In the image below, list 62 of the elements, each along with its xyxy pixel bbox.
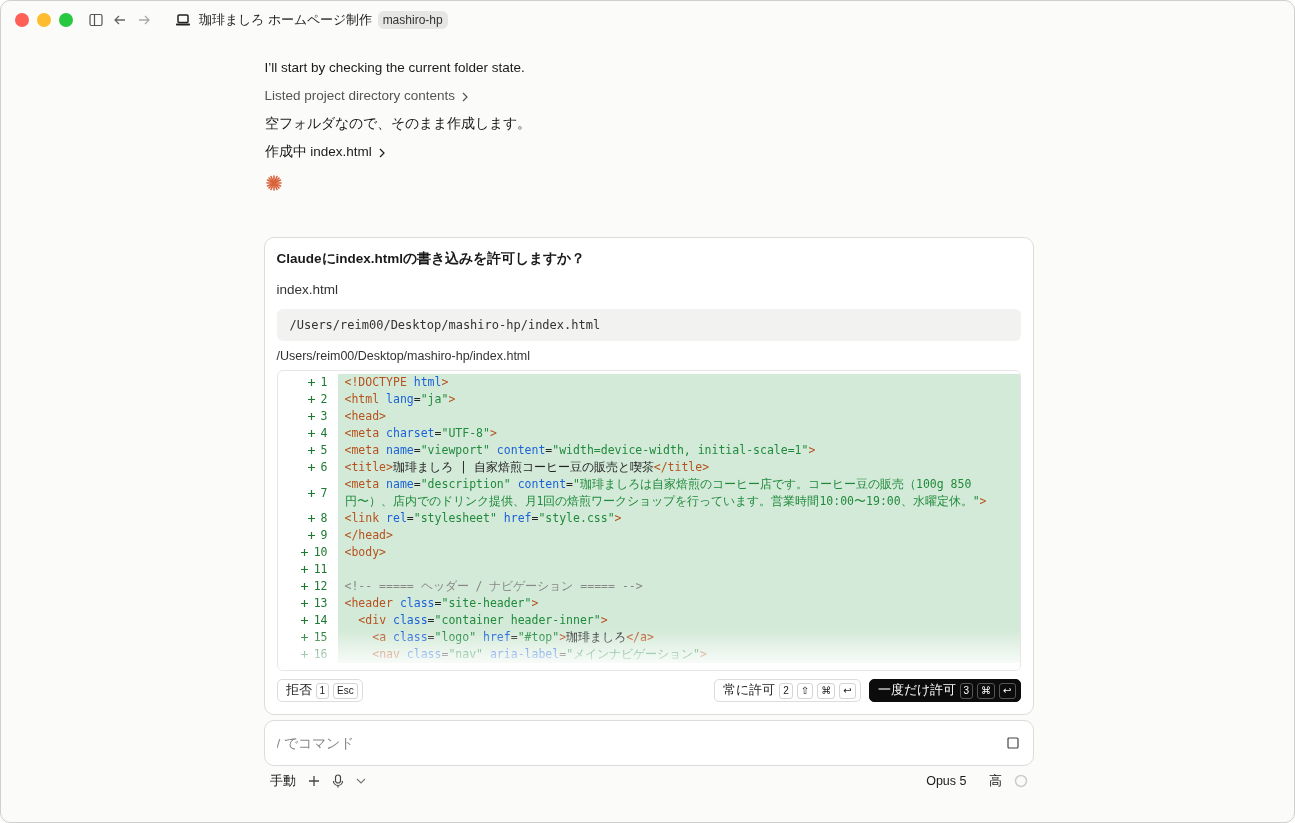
- message-text: I’ll start by checking the current folder state.: [264, 59, 526, 77]
- laptop-icon: [175, 13, 191, 27]
- line-number: 16: [313, 646, 328, 663]
- line-number: 12: [313, 578, 328, 595]
- line-number: 8: [320, 510, 328, 527]
- added-line-icon: [307, 532, 315, 539]
- line-number: 9: [320, 527, 328, 544]
- added-line-icon: [307, 515, 315, 522]
- stop-icon[interactable]: [1006, 737, 1019, 749]
- added-line-icon: [307, 413, 315, 420]
- line-number: 7: [320, 484, 328, 502]
- added-line-icon: [300, 549, 308, 556]
- allow-once-button[interactable]: 一度だけ許可 3 ⌘ ↩: [868, 679, 1021, 702]
- line-number: 4: [320, 425, 328, 442]
- added-line-icon: [300, 617, 308, 624]
- added-line-icon: [300, 600, 308, 607]
- added-line-icon: [307, 379, 315, 386]
- microphone-icon[interactable]: [331, 774, 344, 788]
- effort-selector[interactable]: 高: [988, 772, 1002, 790]
- line-number: 11: [313, 561, 328, 578]
- added-line-icon: [307, 489, 315, 497]
- sparkle-icon: [265, 175, 282, 191]
- back-icon[interactable]: [113, 13, 127, 27]
- line-number: 14: [313, 612, 328, 629]
- command-field[interactable]: / でコマンド: [263, 720, 1034, 766]
- added-line-icon: [307, 447, 315, 454]
- line-number: 2: [320, 391, 328, 408]
- model-selector[interactable]: Opus 5: [926, 774, 967, 788]
- file-path-label: /Users/reim00/Desktop/mashiro-hp/index.html: [276, 349, 532, 363]
- tool-step-link[interactable]: Listed project directory contents: [264, 87, 470, 115]
- action-button[interactable]: 拒否 1 Esc: [276, 679, 363, 702]
- permission-question: Claudeにindex.htmlの書き込みを許可しますか？: [276, 250, 586, 268]
- mode-selector[interactable]: 手動: [269, 772, 296, 790]
- add-icon[interactable]: [307, 775, 320, 787]
- project-badge: mashiro-hp: [377, 11, 448, 29]
- added-line-icon: [307, 396, 315, 403]
- added-line-icon: [300, 566, 308, 573]
- line-number: 15: [313, 629, 328, 646]
- added-line-icon: [307, 430, 315, 437]
- chevron-icon[interactable]: [461, 91, 470, 103]
- file-path: /Users/reim00/Desktop/mashiro-hp/index.html: [276, 309, 1021, 341]
- close-button[interactable]: [15, 13, 29, 27]
- added-line-icon: [300, 634, 308, 641]
- line-number: 13: [313, 595, 328, 612]
- caret-icon[interactable]: [355, 778, 366, 784]
- command-input[interactable]: / でコマンド: [274, 734, 1007, 752]
- added-line-icon: [300, 651, 308, 658]
- sidebar-icon[interactable]: [89, 13, 103, 27]
- line-number: 1: [320, 374, 328, 391]
- tool-step-link[interactable]: 作成中 index.html: [264, 143, 386, 171]
- added-line-icon: [307, 464, 315, 471]
- window-title: 珈琲ましろ ホームページ制作: [199, 11, 372, 29]
- line-number: 5: [320, 442, 328, 459]
- line-number: 3: [320, 408, 328, 425]
- message-text: 空フォルダなので、そのまま作成します。: [264, 115, 532, 133]
- context-ring-icon: [1013, 774, 1028, 788]
- line-number: 6: [320, 459, 328, 476]
- line-number: 10: [313, 544, 328, 561]
- file-name: index.html: [276, 282, 340, 297]
- chevron-icon[interactable]: [377, 147, 386, 159]
- added-line-icon: [300, 583, 308, 590]
- action-button[interactable]: 常に許可 2 ⇧ ⌘ ↩: [714, 679, 861, 702]
